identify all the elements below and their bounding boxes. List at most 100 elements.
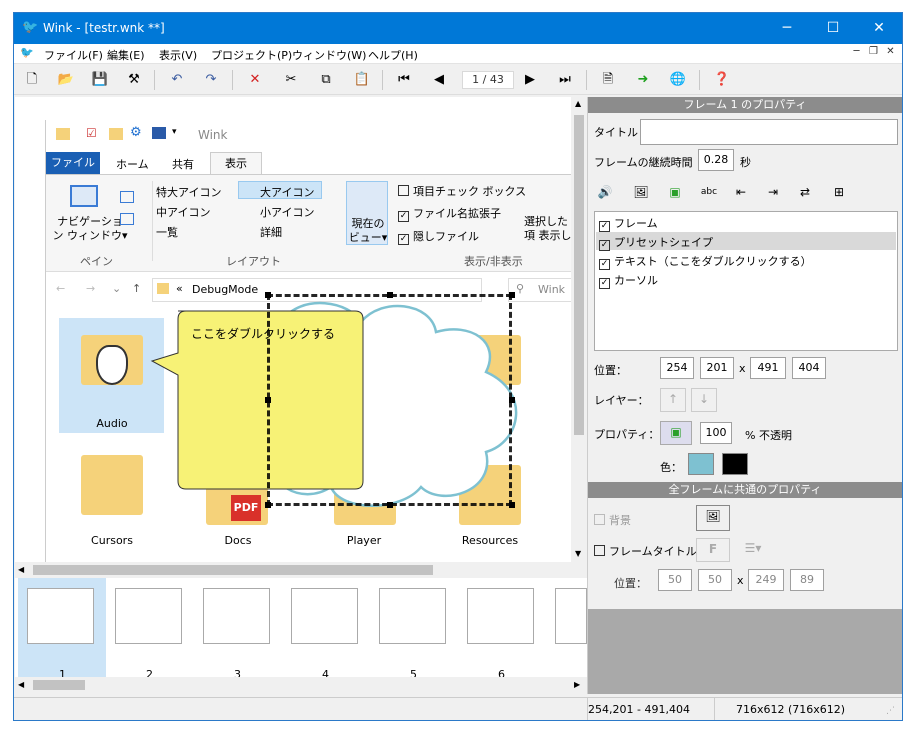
add-next-button-icon[interactable]: ⇥ [762, 182, 784, 202]
background-checkbox[interactable]: 背景 [594, 512, 631, 528]
next-frame-icon[interactable]: ▶ [519, 70, 541, 90]
list-item[interactable]: ✓ カーソル [599, 272, 658, 289]
common-pos-y1[interactable]: 50 [698, 569, 732, 591]
prev-frame-icon[interactable]: ◀ [428, 70, 450, 90]
common-pos-x1[interactable]: 50 [658, 569, 692, 591]
mdi-minimize-icon[interactable]: ─ [848, 46, 865, 62]
menu-window[interactable]: ウィンドウ(W) [292, 47, 366, 63]
layer-down-icon[interactable]: ↓ [691, 388, 717, 412]
add-image-icon[interactable]: 🖼 [630, 182, 652, 202]
current-view-label: 現在の ビュー▾ [348, 217, 388, 244]
menu-help[interactable]: ヘルプ(H) [368, 47, 418, 63]
menu-view[interactable]: 表示(V) [159, 47, 197, 63]
fill-color-swatch[interactable] [688, 453, 714, 475]
frame-thumb-7[interactable] [555, 588, 587, 644]
first-frame-icon[interactable]: ⏮ [393, 70, 415, 90]
list-item[interactable]: ✓ テキスト（ここをダブルクリックする） [599, 253, 812, 270]
line-color-swatch[interactable] [722, 453, 748, 475]
position-label: 位置： [594, 364, 627, 377]
redo-icon[interactable]: ↷ [200, 70, 222, 90]
add-shape-icon[interactable]: ▣ [664, 182, 686, 202]
add-prev-button-icon[interactable]: ⇤ [730, 182, 752, 202]
menu-project[interactable]: プロジェクト(P) [211, 47, 292, 63]
undo-icon[interactable]: ↶ [166, 70, 188, 90]
frame-thumb-6[interactable] [467, 588, 534, 644]
frame-thumb-4[interactable] [291, 588, 358, 644]
pos-y1-input[interactable]: 201 [700, 357, 734, 379]
open-icon[interactable]: 📂 [55, 70, 77, 90]
resize-handle[interactable] [387, 502, 393, 508]
frame-thumb-1[interactable] [27, 588, 94, 644]
resize-grip-icon[interactable]: ⋰ [886, 706, 895, 716]
opacity-input[interactable]: 100 [700, 422, 732, 444]
minimize-button[interactable]: ─ [764, 13, 810, 44]
details-pane-icon [120, 213, 134, 225]
duration-unit: 秒 [740, 156, 751, 169]
vscroll-thumb[interactable] [574, 115, 584, 435]
list-item[interactable]: ✓ フレーム [599, 215, 658, 232]
add-group-icon[interactable]: ⊞ [828, 182, 850, 202]
align-dropdown-icon[interactable]: ☰▾ [736, 538, 770, 558]
resize-handle[interactable] [509, 397, 515, 403]
scroll-right-icon[interactable]: ▶ [574, 680, 580, 689]
help-icon[interactable]: ❓ [711, 70, 733, 90]
resize-handle[interactable] [265, 502, 271, 508]
mdi-restore-icon[interactable]: ❐ [865, 46, 882, 62]
resize-handle[interactable] [265, 292, 271, 298]
resize-handle[interactable] [509, 292, 515, 298]
back-icon: ← [56, 282, 66, 295]
font-icon[interactable]: F [696, 538, 730, 562]
resize-handle[interactable] [265, 397, 271, 403]
hscroll-thumb[interactable] [33, 565, 433, 575]
frame-title-checkbox[interactable]: フレームタイトル [594, 543, 697, 559]
background-image-icon[interactable]: 🖼 [696, 505, 730, 531]
canvas-vscrollbar[interactable]: ▲ ▼ [571, 97, 587, 562]
selection-box[interactable] [267, 294, 512, 506]
preview-icon[interactable]: 🗎 [597, 70, 619, 90]
frame-thumb-3[interactable] [203, 588, 270, 644]
render-arrow-icon[interactable]: ➜ [632, 70, 654, 90]
maximize-button[interactable]: ☐ [810, 13, 856, 44]
paste-icon[interactable]: 📋 [351, 70, 373, 90]
add-link-icon[interactable]: ⇄ [794, 182, 816, 202]
pos-x2-input[interactable]: 491 [750, 357, 786, 379]
scroll-left-icon[interactable]: ◀ [18, 565, 24, 574]
frame-canvas[interactable]: ☑ ⚙ ▾ Wink ファイル ホーム 共有 表示 ナビゲーション ウィンドウ▾… [15, 97, 571, 562]
frame-thumb-2[interactable] [115, 588, 182, 644]
add-text-icon[interactable]: abc [698, 182, 720, 202]
frame-thumb-5[interactable] [379, 588, 446, 644]
canvas-hscrollbar[interactable]: ◀ [15, 562, 571, 578]
resize-handle[interactable] [509, 502, 515, 508]
scroll-left-icon[interactable]: ◀ [18, 680, 24, 689]
common-pos-x2[interactable]: 249 [748, 569, 784, 591]
thumbs-hscrollbar[interactable]: ◀ ▶ [15, 677, 587, 694]
page-indicator[interactable]: 1 / 43 [462, 71, 514, 89]
menu-edit[interactable]: 編集(E) [107, 47, 145, 63]
scroll-up-icon[interactable]: ▲ [575, 99, 581, 108]
properties-icon[interactable]: ⚒ [123, 70, 145, 90]
pos-y2-input[interactable]: 404 [792, 357, 826, 379]
ribbon-divider [152, 181, 153, 261]
layer-up-icon[interactable]: ↑ [660, 388, 686, 412]
resize-handle[interactable] [387, 292, 393, 298]
pos-x1-input[interactable]: 254 [660, 357, 694, 379]
title-input[interactable] [640, 119, 898, 145]
new-icon[interactable]: 🗋 [21, 70, 43, 90]
save-icon[interactable]: 💾 [89, 70, 111, 90]
scroll-down-icon[interactable]: ▼ [575, 549, 581, 558]
duration-input[interactable]: 0.28 [698, 149, 734, 171]
close-button[interactable]: ✕ [856, 13, 902, 44]
cut-icon[interactable]: ✂ [280, 70, 302, 90]
shape-property-icon[interactable]: ▣ [660, 421, 692, 445]
common-pos-y2[interactable]: 89 [790, 569, 824, 591]
browser-icon[interactable]: 🌐 [667, 70, 689, 90]
copy-icon[interactable]: ⧉ [315, 70, 337, 90]
last-frame-icon[interactable]: ⏭ [554, 70, 576, 90]
add-sound-icon[interactable]: 🔊 [594, 182, 616, 202]
list-item[interactable]: ✓ プリセットシェイプ [599, 234, 713, 251]
thumbs-scroll-thumb[interactable] [33, 680, 85, 690]
mdi-close-icon[interactable]: ✕ [882, 46, 899, 62]
layout-medium-icons: 中アイコン [156, 206, 211, 219]
menu-file[interactable]: ファイル(F) [44, 47, 103, 63]
delete-icon[interactable]: ✕ [244, 70, 266, 90]
